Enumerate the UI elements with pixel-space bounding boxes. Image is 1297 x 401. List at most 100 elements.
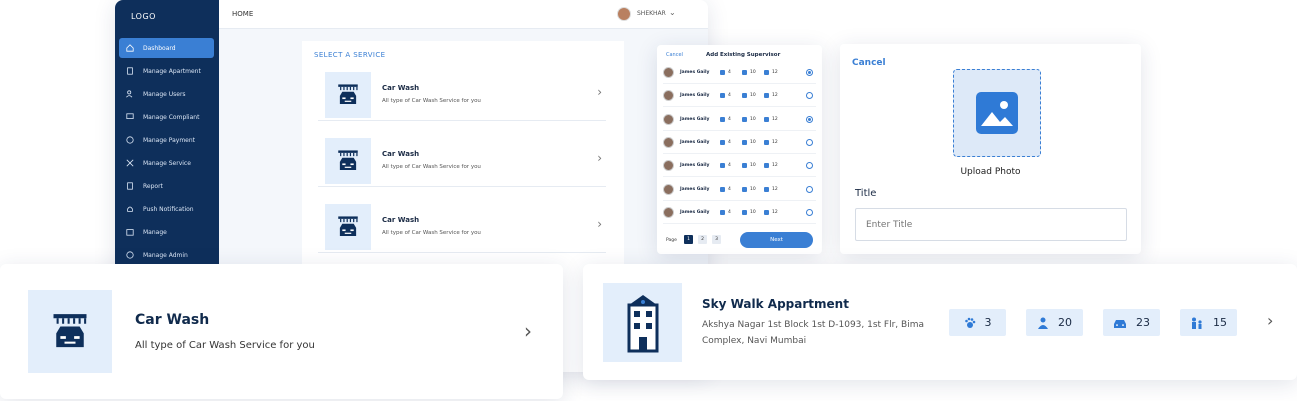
apartment-address: Akshya Nagar 1st Block 1st D-1093, 1st F… xyxy=(702,320,924,330)
stat-value: 4 xyxy=(728,70,731,75)
service-row[interactable]: Car Wash All type of Car Wash Service fo… xyxy=(318,200,606,253)
service-row[interactable]: Car Wash All type of Car Wash Service fo… xyxy=(318,134,606,187)
supervisor-row[interactable]: James Gaily 4 10 12 xyxy=(663,155,816,178)
person-icon xyxy=(1038,317,1048,329)
sidebar-item-manage[interactable]: Manage xyxy=(119,222,214,242)
stat-value: 10 xyxy=(750,139,756,145)
stat-people: 20 xyxy=(1026,309,1083,336)
sidebar-item-dashboard[interactable]: Dashboard xyxy=(119,38,214,58)
chevron-right-icon[interactable]: › xyxy=(597,85,602,99)
logo: LOGO xyxy=(131,12,156,21)
stat-towers: 4 xyxy=(720,116,742,122)
building-icon xyxy=(720,70,725,75)
building-icon xyxy=(720,139,725,145)
select-radio[interactable] xyxy=(806,69,813,76)
upload-photo-box[interactable] xyxy=(953,69,1041,157)
payment-icon xyxy=(125,135,135,145)
sidebar-item-report[interactable]: Report xyxy=(119,176,214,196)
stat-value: 10 xyxy=(750,163,756,169)
person-icon xyxy=(742,139,747,145)
supervisor-row[interactable]: James Gaily 4 10 12 xyxy=(663,202,816,224)
stat-value: 12 xyxy=(772,93,778,99)
chevron-right-icon[interactable]: › xyxy=(597,151,602,165)
title-input[interactable] xyxy=(855,208,1127,241)
cancel-link[interactable]: Cancel xyxy=(852,58,886,68)
paw-icon xyxy=(964,317,975,328)
person-icon xyxy=(742,70,747,75)
building-icon xyxy=(720,93,725,99)
image-icon xyxy=(976,92,1018,134)
supervisor-row[interactable]: James Gaily 4 10 12 xyxy=(663,179,816,201)
person-icon xyxy=(742,163,747,169)
service-panel-title: SELECT A SERVICE xyxy=(314,51,386,59)
car-wash-card[interactable]: Car Wash All type of Car Wash Service fo… xyxy=(0,264,563,399)
sidebar-item-manage-service[interactable]: Manage Service xyxy=(119,153,214,173)
page-button-3[interactable]: 3 xyxy=(712,235,721,244)
supervisor-row[interactable]: James Gaily 4 10 12 xyxy=(663,109,816,131)
select-radio[interactable] xyxy=(806,138,813,146)
chevron-down-icon[interactable]: ⌄ xyxy=(669,8,676,17)
person-icon xyxy=(742,186,747,192)
report-icon xyxy=(125,181,135,191)
page-label: Page xyxy=(666,238,677,243)
select-radio[interactable] xyxy=(806,208,813,216)
stat-value: 12 xyxy=(772,116,778,122)
manage-icon xyxy=(125,227,135,237)
car-wash-icon xyxy=(325,72,371,118)
building-icon xyxy=(125,66,135,76)
apartment-address: Complex, Navi Mumbai xyxy=(702,336,807,346)
next-button[interactable]: Next xyxy=(740,232,813,248)
chevron-right-icon[interactable]: › xyxy=(524,319,532,343)
stat-towers: 4 xyxy=(720,93,742,99)
sidebar-item-manage-apartment[interactable]: Manage Apartment xyxy=(119,61,214,81)
sidebar-item-push-notification[interactable]: Push Notification xyxy=(119,199,214,219)
cancel-link[interactable]: Cancel xyxy=(666,52,683,58)
user-name[interactable]: SHEKHAR xyxy=(637,10,666,17)
supervisor-row[interactable]: James Gaily 4 10 12 xyxy=(663,62,816,84)
select-radio[interactable] xyxy=(806,115,813,123)
stat-people: 10 xyxy=(742,186,764,192)
avatar xyxy=(663,67,674,78)
chevron-right-icon[interactable]: › xyxy=(597,217,602,231)
avatar[interactable] xyxy=(617,7,631,21)
avatar xyxy=(663,113,674,125)
select-radio[interactable] xyxy=(806,185,813,193)
stat-family: 15 xyxy=(1180,309,1237,336)
breadcrumb[interactable]: HOME xyxy=(232,10,253,18)
sidebar-item-manage-users[interactable]: Manage Users xyxy=(119,84,214,104)
sidebar-item-label: Manage Admin xyxy=(143,251,188,259)
supervisor-row[interactable]: James Gaily 4 10 12 xyxy=(663,132,816,154)
stat-value: 10 xyxy=(750,186,756,192)
sidebar-item-manage-compliant[interactable]: Manage Compliant xyxy=(119,107,214,127)
select-radio[interactable] xyxy=(806,92,813,100)
page-button-1[interactable]: 1 xyxy=(684,235,693,244)
sidebar-item-manage-admin[interactable]: Manage Admin xyxy=(119,245,214,265)
tools-icon xyxy=(125,158,135,168)
sidebar-item-label: Manage Apartment xyxy=(143,67,201,75)
service-name: Car Wash xyxy=(382,150,420,158)
chevron-right-icon[interactable]: › xyxy=(1267,311,1273,330)
apartment-card[interactable]: Sky Walk Appartment Akshya Nagar 1st Blo… xyxy=(583,264,1297,380)
person-icon xyxy=(742,93,747,99)
stat-people: 10 xyxy=(742,209,764,215)
car-icon xyxy=(764,186,769,192)
sidebar-item-label: Manage Service xyxy=(143,159,191,167)
avatar xyxy=(663,90,674,102)
stat-value: 4 xyxy=(728,186,731,192)
stat-value: 4 xyxy=(728,93,731,99)
home-icon xyxy=(125,43,135,53)
supervisor-row[interactable]: James Gaily 4 10 12 xyxy=(663,85,816,108)
stat-cars: 12 xyxy=(764,116,786,122)
car-icon xyxy=(764,93,769,99)
select-radio[interactable] xyxy=(806,162,813,170)
building-icon xyxy=(720,186,725,192)
supervisor-name: James Gaily xyxy=(680,139,710,145)
stat-value: 20 xyxy=(1058,316,1072,329)
stat-value: 12 xyxy=(772,139,778,145)
service-row[interactable]: Car Wash All type of Car Wash Service fo… xyxy=(318,68,606,121)
page-button-2[interactable]: 2 xyxy=(698,235,707,244)
panel-title: Add Existing Supervisor xyxy=(706,52,781,58)
sidebar-item-manage-payment[interactable]: Manage Payment xyxy=(119,130,214,150)
avatar xyxy=(663,160,674,172)
sidebar-item-label: Dashboard xyxy=(143,44,176,52)
